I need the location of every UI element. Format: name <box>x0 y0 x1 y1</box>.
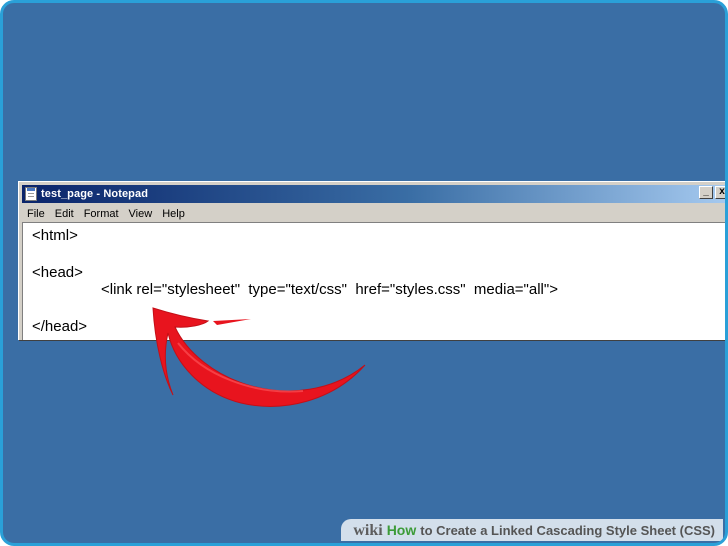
notepad-window[interactable]: test_page - Notepad _ x File Edit Format… <box>18 181 725 340</box>
wikihow-watermark: wiki How to Create a Linked Cascading St… <box>341 519 723 541</box>
minimize-button[interactable]: _ <box>699 186 713 199</box>
menu-view[interactable]: View <box>124 208 158 220</box>
title-bar[interactable]: test_page - Notepad _ x <box>22 185 725 203</box>
menu-help[interactable]: Help <box>157 208 190 220</box>
image-frame: test_page - Notepad _ x File Edit Format… <box>0 0 728 546</box>
notepad-icon <box>25 187 37 201</box>
watermark-title: to Create a Linked Cascading Style Sheet… <box>420 523 715 538</box>
watermark-how: How <box>386 522 417 538</box>
close-button[interactable]: x <box>715 186 725 199</box>
menu-edit[interactable]: Edit <box>50 208 79 220</box>
watermark-wiki: wiki <box>353 522 383 539</box>
code-line-link-tag: <link rel="stylesheet" type="text/css" h… <box>101 281 558 298</box>
code-line-head-close: </head> <box>32 318 88 335</box>
menu-bar: File Edit Format View Help <box>22 205 725 222</box>
text-editor[interactable]: <html> <head> <link rel="stylesheet" typ… <box>22 222 725 340</box>
window-title: test_page - Notepad <box>41 188 149 200</box>
code-line-html-open: <html> <box>32 227 78 244</box>
menu-format[interactable]: Format <box>79 208 124 220</box>
code-line-head-open: <head> <box>32 264 83 281</box>
menu-file[interactable]: File <box>22 208 50 220</box>
window-controls: _ x <box>699 186 725 199</box>
